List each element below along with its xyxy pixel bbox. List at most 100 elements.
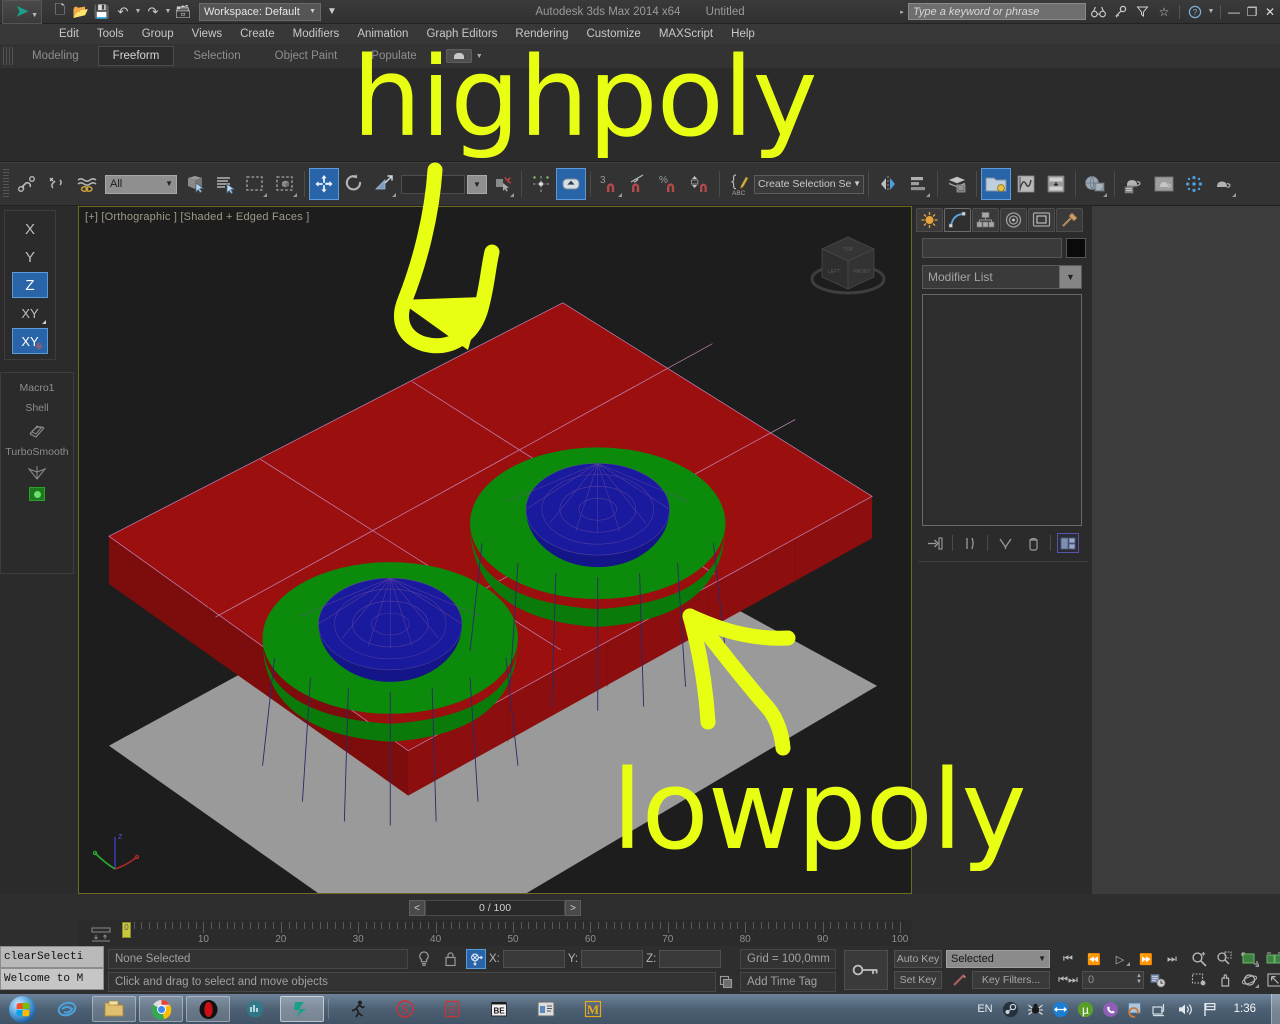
reference-coordinate-name-field[interactable] — [401, 174, 465, 194]
select-and-rotate-icon[interactable] — [339, 168, 369, 200]
configure-modifier-sets-icon[interactable] — [1057, 533, 1079, 553]
scene-explorer-icon[interactable] — [981, 168, 1011, 200]
use-center-flyout-icon[interactable] — [526, 168, 556, 200]
time-slider[interactable]: < 0 / 100 > — [78, 896, 912, 920]
binoculars-icon[interactable] — [1088, 2, 1108, 22]
select-and-scale-icon[interactable] — [369, 168, 399, 200]
application-menu-button[interactable]: ➤ ▼ — [2, 0, 42, 24]
absolute-relative-transform-icon[interactable] — [466, 949, 486, 969]
modifier-list-dropdown[interactable]: Modifier List ▼ — [922, 265, 1082, 289]
undo-dropdown-icon[interactable]: ▼ — [134, 8, 142, 15]
taskbar-marmoset-toolbag[interactable]: M — [571, 996, 615, 1022]
unlink-selection-icon[interactable] — [42, 168, 72, 200]
time-configuration-icon[interactable] — [1146, 970, 1170, 990]
tab-object-paint[interactable]: Object Paint — [260, 46, 353, 66]
select-object-icon[interactable] — [180, 168, 210, 200]
taskbar-runner-app[interactable] — [336, 996, 380, 1022]
previous-frame-icon[interactable]: ⏪ — [1082, 949, 1106, 969]
ribbon-minimize-button[interactable] — [445, 49, 472, 63]
action-center-flag-icon[interactable] — [1201, 999, 1221, 1019]
menu-views[interactable]: Views — [183, 26, 231, 42]
taskbar-bodypaint[interactable]: BE — [477, 996, 521, 1022]
next-frame-button[interactable]: > — [565, 900, 581, 916]
menu-rendering[interactable]: Rendering — [506, 26, 577, 42]
track-bar-playhead[interactable]: 0 — [122, 922, 131, 938]
layer-manager-icon[interactable] — [942, 168, 972, 200]
minimize-button[interactable]: — — [1226, 2, 1242, 22]
auto-key-button[interactable]: Auto Key — [894, 950, 942, 968]
rectangular-selection-region-icon[interactable] — [240, 168, 270, 200]
tab-modeling[interactable]: Modeling — [17, 46, 94, 66]
taskbar-windows-explorer[interactable] — [92, 996, 136, 1022]
set-key-big-button[interactable] — [844, 950, 888, 990]
rendered-frame-window-icon[interactable] — [1119, 168, 1149, 200]
language-indicator[interactable]: EN — [977, 1003, 992, 1015]
utorrent-icon[interactable]: µ — [1076, 999, 1096, 1019]
next-frame-icon[interactable]: ⏩ — [1134, 949, 1158, 969]
undo-icon[interactable]: ↶ — [113, 2, 133, 22]
menu-help[interactable]: Help — [722, 26, 764, 42]
isolate-selection-icon[interactable] — [414, 949, 434, 969]
axis-constraint-xy[interactable]: XY — [12, 300, 48, 326]
key-icon[interactable] — [1110, 2, 1130, 22]
align-flyout-icon[interactable] — [903, 168, 933, 200]
go-to-end-icon[interactable]: ⏭ — [1160, 949, 1184, 969]
macro-item-turbosmooth-label[interactable]: TurboSmooth — [5, 446, 68, 458]
view-cube[interactable]: TOP LEFT FRONT — [805, 229, 891, 305]
menu-tools[interactable]: Tools — [88, 26, 133, 42]
taskbar-opera[interactable] — [186, 996, 230, 1022]
selection-lock-icon[interactable] — [440, 949, 460, 969]
shell-modifier-icon[interactable] — [24, 419, 50, 441]
previous-frame-button[interactable]: < — [409, 900, 425, 916]
angle-snap-toggle-icon[interactable] — [625, 168, 655, 200]
set-key-button[interactable]: Set Key — [894, 971, 942, 989]
current-frame-field[interactable]: 0 ▲ ▼ — [1082, 971, 1144, 989]
reference-coordinate-system-dropdown[interactable]: ▼ — [467, 174, 487, 194]
funnel-icon[interactable] — [1132, 2, 1152, 22]
mirror-icon[interactable] — [873, 168, 903, 200]
render-iterative-icon[interactable] — [1179, 168, 1209, 200]
menu-maxscript[interactable]: MAXScript — [650, 26, 722, 42]
turbosmooth-modifier-icon[interactable] — [24, 463, 50, 485]
go-to-start-icon[interactable]: ⏮ — [1056, 949, 1080, 969]
orbit-icon[interactable] — [1238, 970, 1260, 990]
viber-icon[interactable] — [1101, 999, 1121, 1019]
help-dropdown-icon[interactable]: ▼ — [1207, 8, 1215, 15]
default-in-out-tangents-icon[interactable] — [950, 971, 970, 989]
taskbar-window-app[interactable] — [524, 996, 568, 1022]
axis-constraint-z[interactable]: Z — [12, 272, 48, 298]
infocenter-expand-icon[interactable]: ▸ — [898, 8, 906, 16]
field-of-view-icon[interactable] — [1188, 970, 1210, 990]
redo-icon[interactable]: ↷ — [143, 2, 163, 22]
create-tab[interactable] — [916, 208, 943, 232]
favorite-star-icon[interactable]: ☆ — [1154, 2, 1174, 22]
track-bar-ruler[interactable]: 10 20 30 40 50 60 70 80 90 100 0 — [122, 922, 910, 946]
zoom-icon[interactable] — [1188, 949, 1210, 969]
taskbar-internet-explorer[interactable] — [45, 996, 89, 1022]
modifier-stack-list[interactable] — [922, 294, 1082, 526]
axis-constraint-y[interactable]: Y — [12, 244, 48, 270]
curve-editor-icon[interactable] — [1011, 168, 1041, 200]
taskbar-substance-designer[interactable]: S — [430, 996, 474, 1022]
display-tab[interactable] — [1028, 208, 1055, 232]
taskbar-google-chrome[interactable] — [139, 996, 183, 1022]
tab-selection[interactable]: Selection — [178, 46, 255, 66]
select-by-name-icon[interactable] — [210, 168, 240, 200]
object-name-field[interactable] — [922, 238, 1062, 258]
steam-icon[interactable] — [1001, 999, 1021, 1019]
taskbar-media-app[interactable] — [233, 996, 277, 1022]
macro-item-shell-label[interactable]: Shell — [25, 402, 48, 414]
maximize-viewport-icon[interactable] — [1263, 970, 1280, 990]
render-in-cloud-icon[interactable] — [1209, 168, 1239, 200]
tab-populate[interactable]: Populate — [356, 46, 431, 66]
restore-button[interactable]: ❐ — [1244, 2, 1260, 22]
teamviewer-icon[interactable] — [1051, 999, 1071, 1019]
menu-group[interactable]: Group — [133, 26, 183, 42]
taskbar-3ds-max[interactable] — [280, 996, 324, 1022]
pin-stack-icon[interactable] — [924, 533, 946, 553]
snap-to-axis-xy[interactable]: XY ⎈ — [12, 328, 48, 354]
play-animation-icon[interactable]: ▷ — [1108, 949, 1132, 969]
make-unique-icon[interactable] — [994, 533, 1016, 553]
network-icon[interactable] — [1151, 999, 1171, 1019]
menu-customize[interactable]: Customize — [577, 26, 649, 42]
